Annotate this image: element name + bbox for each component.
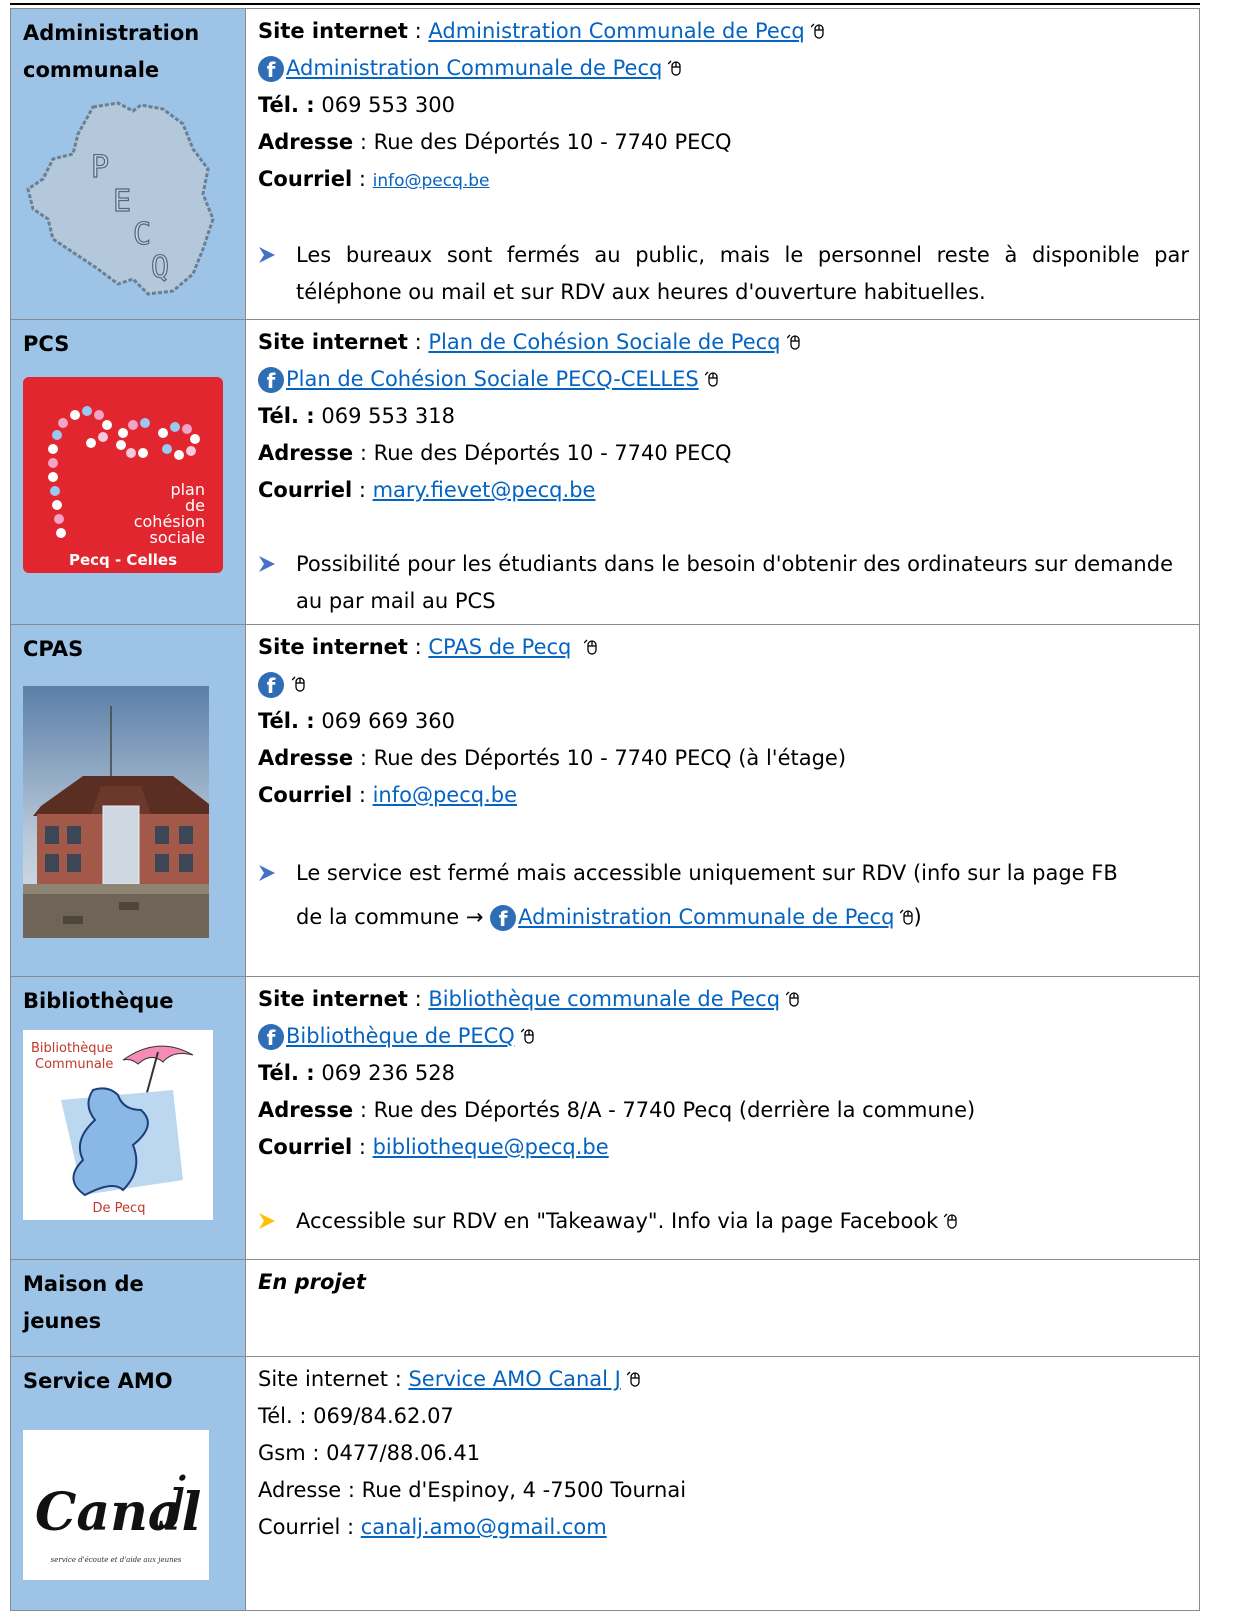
svg-text:Bibliothèque: Bibliothèque [31, 1041, 113, 1056]
arrow-bullet-icon [259, 1213, 275, 1229]
service-name: Bibliothèque [23, 989, 174, 1013]
facebook-line: f Bibliothèque de PECQ [258, 1018, 1189, 1055]
email-link[interactable]: info@pecq.be [373, 783, 517, 807]
website-line: Site internet : Bibliothèque communale d… [258, 981, 1189, 1018]
cpas-building-photo [23, 686, 235, 942]
address-line: Adresse : Rue des Déportés 8/A - 7740 Pe… [258, 1098, 976, 1122]
svg-text:P: P [91, 150, 109, 185]
email-line: Courriel : bibliotheque@pecq.be [258, 1135, 609, 1159]
svg-text:Pecq - Celles: Pecq - Celles [69, 551, 177, 569]
mouse-icon [626, 1371, 640, 1387]
svg-text:C: C [133, 217, 151, 252]
email-line: Courriel : canalj.amo@gmail.com [258, 1515, 607, 1539]
mouse-icon [786, 991, 799, 1007]
mouse-icon [704, 371, 718, 387]
website-link[interactable]: Bibliothèque communale de Pecq [428, 987, 780, 1011]
email-link[interactable]: mary.fievet@pecq.be [373, 478, 596, 502]
note: Les bureaux sont fermés au public, mais … [258, 237, 1189, 311]
service-name: PCS [23, 332, 70, 356]
note: Accessible sur RDV en "Takeaway". Info v… [258, 1203, 1189, 1240]
email-line: Courriel : mary.fievet@pecq.be [258, 478, 596, 502]
phone-line: Tél. : 069 669 360 [258, 709, 455, 733]
phone-line: Tél. : 069 553 318 [258, 404, 455, 428]
website-line: Site internet : Plan de Cohésion Sociale… [258, 324, 1189, 361]
facebook-icon[interactable]: f [258, 672, 284, 698]
svg-text:sociale: sociale [150, 528, 205, 547]
svg-text:E: E [113, 184, 131, 219]
pcs-logo: plan de cohésion sociale Pecq - Celles [23, 373, 235, 577]
directory-table: Administration communale P E C Q Site in… [10, 8, 1200, 1611]
facebook-line: f Administration Communale de Pecq [258, 50, 1189, 87]
library-logo: Bibliothèque Communale De Pecq [23, 1030, 235, 1224]
website-line: Site internet : CPAS de Pecq [258, 629, 1189, 666]
email-link[interactable]: bibliotheque@pecq.be [373, 1135, 609, 1159]
website-link[interactable]: Plan de Cohésion Sociale de Pecq [428, 330, 780, 354]
website-link[interactable]: Service AMO Canal J [408, 1367, 620, 1391]
address-line: Adresse : Rue des Déportés 10 - 7740 PEC… [258, 130, 732, 154]
mouse-icon [810, 23, 824, 39]
mouse-icon [584, 639, 597, 655]
service-name: Maison de jeunes [23, 1272, 144, 1333]
phone-line: Tél. : 069 236 528 [258, 1061, 455, 1085]
svg-text:Q: Q [151, 250, 169, 285]
arrow-bullet-icon [259, 556, 275, 572]
address-line: Adresse : Rue des Déportés 10 - 7740 PEC… [258, 746, 847, 770]
canal-j-logo: Canal j service d'écoute et d'aide aux j… [23, 1430, 235, 1584]
mouse-icon [668, 60, 681, 76]
svg-text:De Pecq: De Pecq [93, 1201, 146, 1216]
status-text: En projet [258, 1270, 366, 1294]
website-line: Site internet : Administration Communale… [258, 13, 1189, 50]
email-line: Courriel : info@pecq.be [258, 783, 518, 807]
facebook-line: f Plan de Cohésion Sociale PECQ-CELLES [258, 361, 1189, 398]
service-name: CPAS [23, 637, 84, 661]
table-row: Administration communale P E C Q Site in… [10, 8, 1200, 320]
phone-line: Tél. : 069/84.62.07 [258, 1404, 454, 1428]
facebook-link[interactable]: Plan de Cohésion Sociale PECQ-CELLES [286, 367, 699, 391]
service-name: Administration communale [23, 21, 200, 82]
mouse-icon [786, 334, 800, 350]
address-line: Adresse : Rue d'Espinoy, 4 -7500 Tournai [258, 1478, 687, 1502]
arrow-bullet-icon [259, 865, 275, 881]
top-rule [10, 3, 1200, 5]
facebook-icon[interactable]: f [258, 56, 284, 82]
phone-line: Tél. : 069 553 300 [258, 93, 455, 117]
website-line: Site internet : Service AMO Canal J [258, 1361, 1189, 1398]
service-name: Service AMO [23, 1369, 173, 1393]
table-row: Service AMO Canal j service d'écoute et … [10, 1356, 1200, 1611]
mouse-icon[interactable] [944, 1213, 958, 1229]
svg-text:Communale: Communale [35, 1057, 113, 1072]
note: Le service est fermé mais accessible uni… [258, 851, 1189, 939]
table-row: PCS plan de cohésion sociale Pecq - Cell… [10, 319, 1200, 625]
mouse-icon [520, 1028, 534, 1044]
facebook-link[interactable]: Administration Communale de Pecq [286, 56, 662, 80]
email-link[interactable]: canalj.amo@gmail.com [361, 1515, 607, 1539]
facebook-link[interactable]: Bibliothèque de PECQ [286, 1024, 515, 1048]
email-link[interactable]: info@pecq.be [373, 171, 490, 191]
note: Possibilité pour les étudiants dans le b… [258, 546, 1189, 620]
website-link[interactable]: Administration Communale de Pecq [428, 19, 804, 43]
facebook-line: f [258, 666, 1189, 703]
table-row: Maison de jeunes En projet [10, 1259, 1200, 1357]
arrow-bullet-icon [259, 247, 275, 263]
facebook-icon[interactable]: f [258, 1024, 284, 1050]
facebook-icon[interactable]: f [258, 367, 284, 393]
website-link[interactable]: CPAS de Pecq [428, 635, 571, 659]
pecq-map-logo: P E C Q [23, 99, 235, 303]
svg-text:service d'écoute et d'aide aux: service d'écoute et d'aide aux jeunes [51, 1556, 182, 1564]
address-line: Adresse : Rue des Déportés 10 - 7740 PEC… [258, 441, 732, 465]
mouse-icon[interactable] [292, 676, 305, 692]
email-line: Courriel : info@pecq.be [258, 167, 490, 191]
table-row: Bibliothèque Bibliothèque Communale De P… [10, 976, 1200, 1260]
gsm-line: Gsm : 0477/88.06.41 [258, 1441, 481, 1465]
facebook-icon[interactable]: f [490, 905, 517, 931]
facebook-link[interactable]: Administration Communale de Pecq [518, 905, 894, 929]
table-row: CPAS Site internet: CPAS de Pecq f Tél.… [10, 624, 1200, 977]
mouse-icon [900, 909, 914, 925]
